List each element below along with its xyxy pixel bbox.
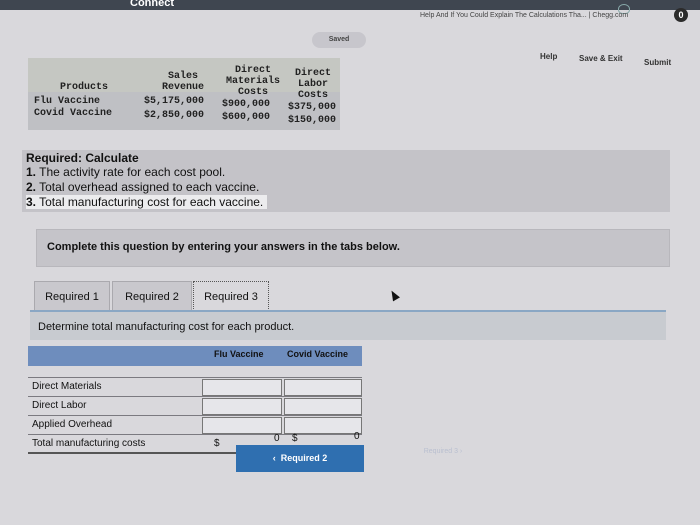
- row-label-direct-labor: Direct Labor: [32, 400, 87, 411]
- row-flu-sales: $5,175,000: [143, 96, 204, 107]
- required-box: Required: Calculate 1. The activity rate…: [22, 150, 670, 212]
- prompt-text: Determine total manufacturing cost for e…: [38, 321, 295, 333]
- connect-label: Connect: [130, 0, 174, 9]
- row-covid-materials: $600,000: [221, 112, 270, 123]
- header-labor-2: Labor: [297, 79, 328, 90]
- flu-direct-materials-input[interactable]: [202, 379, 282, 396]
- required-item-3: 3. Total manufacturing cost for each vac…: [26, 195, 268, 209]
- tab-required-1[interactable]: Required 1: [34, 281, 110, 311]
- instruction-box: Complete this question by entering your …: [36, 229, 670, 267]
- cost-data-table: Products Sales Revenue Direct Materials …: [28, 58, 340, 130]
- row-flu-product: Flu Vaccine: [34, 96, 101, 107]
- covid-applied-overhead-input[interactable]: [284, 417, 362, 434]
- row-flu-labor: $375,000: [287, 102, 336, 113]
- column-flu-vaccine: Flu Vaccine: [214, 349, 264, 359]
- header-products: Products: [60, 82, 109, 93]
- row-covid-sales: $2,850,000: [143, 110, 204, 121]
- answer-table-header: Flu Vaccine Covid Vaccine: [28, 346, 362, 366]
- flu-total-currency: $: [214, 438, 220, 449]
- header-labor-3: Costs: [297, 90, 328, 101]
- required-title: Required: Calculate: [26, 151, 139, 165]
- required-item-1: 1. The activity rate for each cost pool.: [26, 165, 226, 179]
- row-label-total-manufacturing-costs: Total manufacturing costs: [32, 438, 146, 449]
- required-item-2: 2. Total overhead assigned to each vacci…: [26, 180, 260, 194]
- mouse-cursor-icon: [388, 288, 400, 302]
- tab-required-2[interactable]: Required 2: [112, 281, 192, 311]
- next-required-button[interactable]: Required 3 ›: [398, 445, 488, 459]
- tab-required-3[interactable]: Required 3: [193, 281, 269, 311]
- chevron-right-icon: ›: [457, 448, 463, 455]
- column-covid-vaccine: Covid Vaccine: [287, 349, 349, 359]
- covid-direct-materials-input[interactable]: [284, 379, 362, 396]
- row-covid-labor: $150,000: [287, 115, 336, 126]
- flu-direct-labor-input[interactable]: [202, 398, 282, 415]
- row-covid-product: Covid Vaccine: [34, 108, 113, 119]
- row-label-direct-materials: Direct Materials: [32, 381, 102, 392]
- flu-total-value: 0: [274, 433, 280, 444]
- browser-top-strip: Connect: [0, 0, 700, 10]
- prompt-box: Determine total manufacturing cost for e…: [30, 310, 666, 340]
- help-link[interactable]: Help: [540, 52, 557, 61]
- header-sales-1: Sales: [167, 71, 198, 82]
- covid-direct-labor-input[interactable]: [284, 398, 362, 415]
- covid-total-value: 0: [354, 431, 360, 442]
- submit-link[interactable]: Submit: [644, 58, 671, 67]
- notification-badge[interactable]: 0: [674, 8, 688, 22]
- table-row: Direct Labor: [28, 397, 362, 416]
- instruction-text: Complete this question by entering your …: [47, 241, 400, 253]
- covid-total-currency: $: [292, 433, 298, 444]
- chevron-left-icon: ‹: [272, 453, 281, 463]
- row-flu-materials: $900,000: [221, 99, 270, 110]
- header-sales-2: Revenue: [161, 82, 204, 93]
- saved-status: Saved: [312, 32, 366, 48]
- save-exit-link[interactable]: Save & Exit: [579, 54, 623, 63]
- header-labor-1: Direct: [294, 68, 331, 79]
- flu-applied-overhead-input[interactable]: [202, 417, 282, 434]
- previous-required-button[interactable]: ‹ Required 2: [236, 445, 364, 472]
- table-row: Direct Materials: [28, 378, 362, 397]
- browser-tab-title[interactable]: Help And If You Could Explain The Calcul…: [420, 12, 628, 19]
- answer-blank-row: [28, 366, 362, 378]
- row-label-applied-overhead: Applied Overhead: [32, 419, 113, 430]
- table-row: Applied Overhead: [28, 416, 362, 435]
